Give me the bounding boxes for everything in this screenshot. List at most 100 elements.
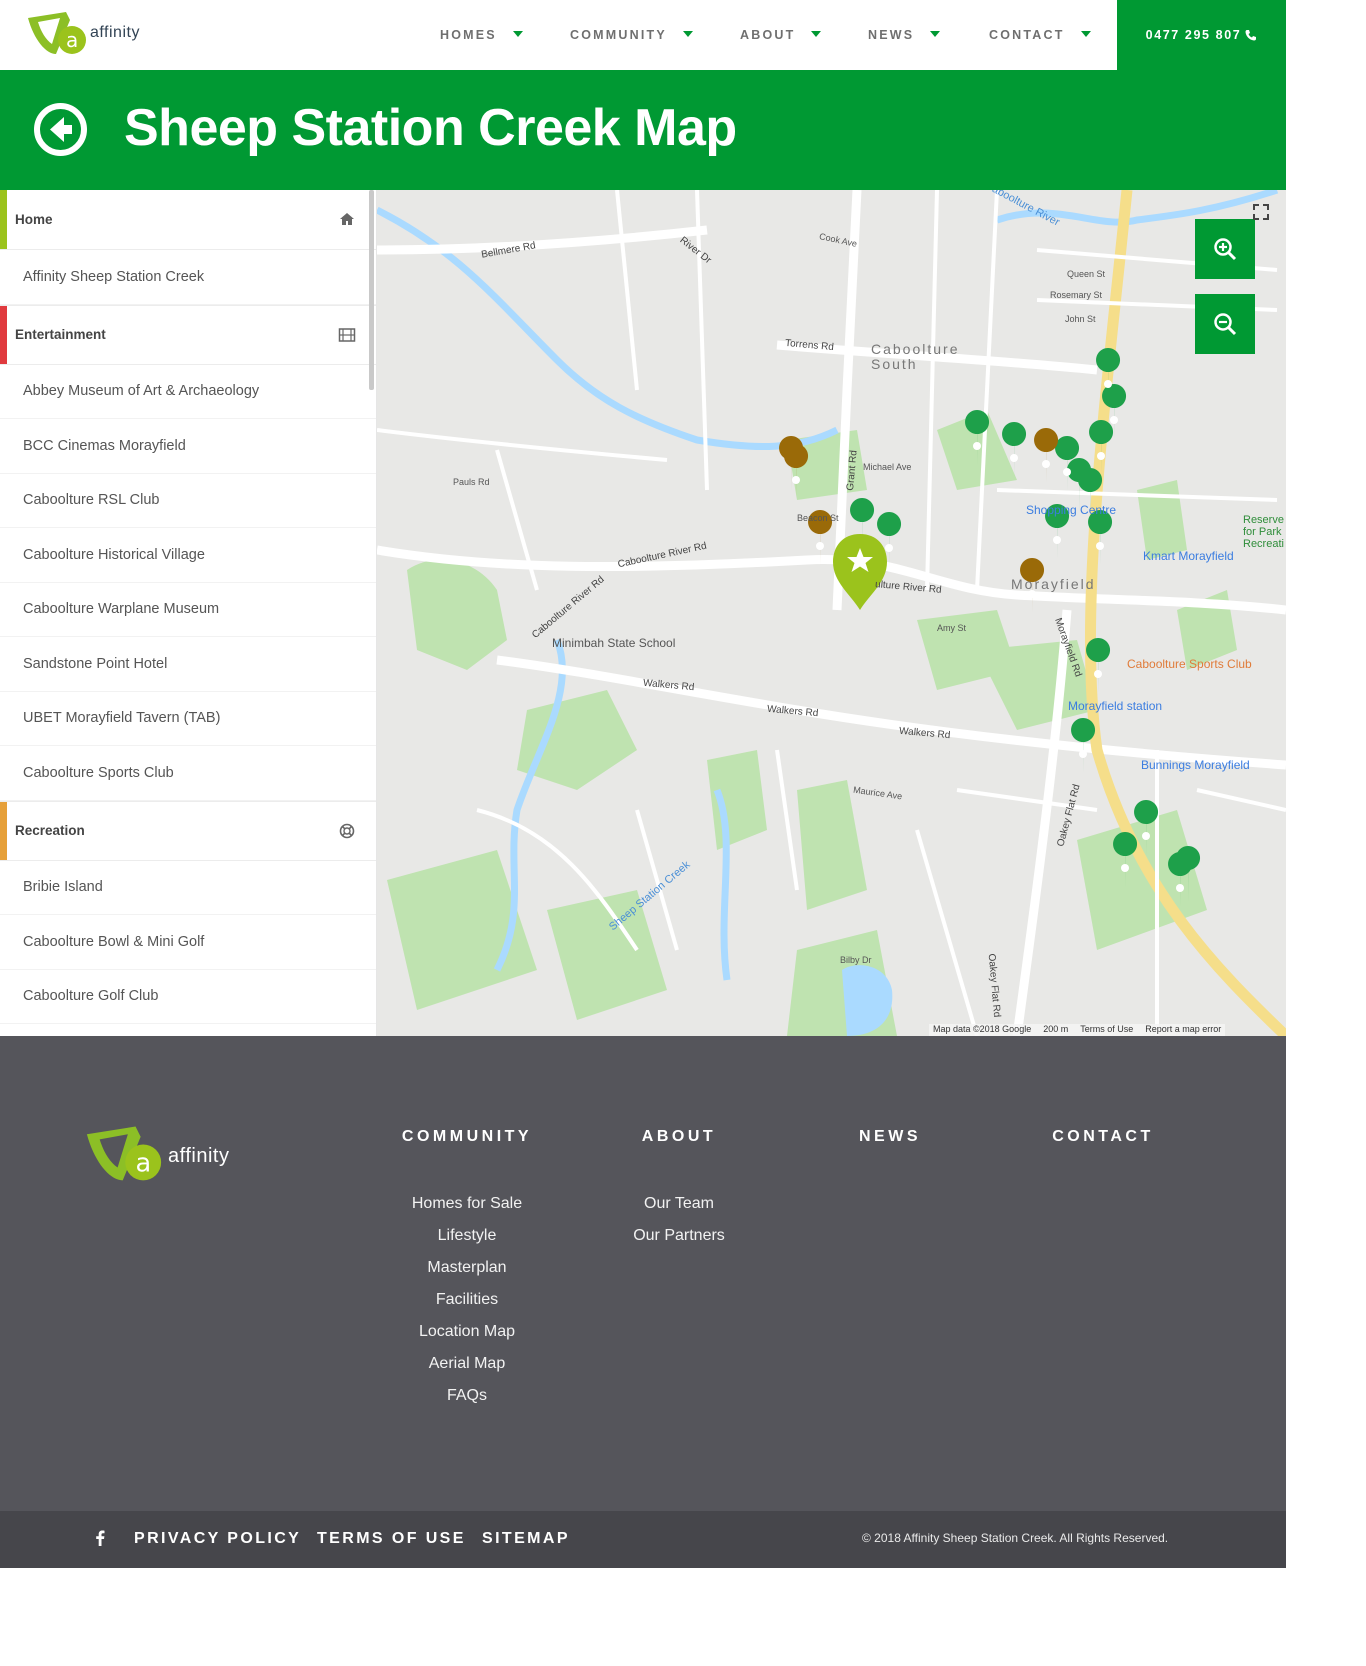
film-icon — [338, 327, 356, 342]
category-entertainment[interactable]: Entertainment — [0, 304, 376, 365]
list-item[interactable]: Caboolture Bowl & Mini Golf — [0, 915, 376, 970]
zoom-in-icon — [1214, 238, 1237, 261]
nav-homes[interactable]: HOMES — [440, 0, 523, 70]
list-item[interactable]: Caboolture Historical Village — [0, 528, 376, 583]
footer-column-title[interactable]: CONTACT — [1043, 1128, 1163, 1146]
sidebar-scrollbar[interactable] — [369, 190, 374, 390]
terms-of-use-link[interactable]: TERMS OF USE — [317, 1530, 466, 1548]
footer-column-title: COMMUNITY — [401, 1128, 533, 1145]
map-category-sidebar: Home Affinity Sheep Station Creek Entert… — [0, 190, 377, 1036]
map-attribution: Map data ©2018 Google 200 m Terms of Use… — [929, 1024, 1226, 1036]
map-label-road: Queen St — [1067, 269, 1106, 279]
nav-community[interactable]: COMMUNITY — [570, 0, 693, 70]
list-item-label: Sandstone Point Hotel — [23, 655, 168, 672]
footer-column-about: ABOUT Our Team Our Partners — [609, 1128, 749, 1252]
chevron-down-icon — [930, 31, 941, 37]
footer-link[interactable]: Location Map — [387, 1316, 547, 1348]
back-button[interactable] — [34, 103, 87, 156]
list-item[interactable]: BCC Cinemas Morayfield — [0, 419, 376, 474]
footer-link[interactable]: Aerial Map — [387, 1348, 547, 1380]
sitemap-link[interactable]: SITEMAP — [482, 1530, 570, 1548]
map-label-road: Amy St — [937, 623, 967, 633]
category-label: Entertainment — [15, 327, 106, 342]
list-item-label: UBET Morayfield Tavern (TAB) — [23, 710, 221, 727]
affinity-logo-icon: a — [86, 1126, 162, 1181]
nav-label: CONTACT — [989, 28, 1065, 42]
footer-column-community: COMMUNITY Homes for Sale Lifestyle Maste… — [387, 1128, 547, 1412]
map-terms-link[interactable]: Terms of Use — [1080, 1024, 1133, 1036]
privacy-policy-link[interactable]: PRIVACY POLICY — [134, 1530, 301, 1548]
map-label-road: Bilby Dr — [840, 955, 872, 965]
copyright: © 2018 Affinity Sheep Station Creek. All… — [862, 1531, 1169, 1545]
list-item[interactable]: Caboolture Sports Club — [0, 746, 376, 801]
list-item-label: Caboolture Golf Club — [23, 988, 159, 1005]
footer-link[interactable]: Lifestyle — [387, 1220, 547, 1252]
nav-label: COMMUNITY — [570, 28, 667, 42]
map-label-poi: Morayfield station — [1068, 699, 1163, 713]
page-title: Sheep Station Creek Map — [124, 99, 737, 157]
back-arrow-icon — [50, 117, 72, 142]
list-item[interactable]: Caboolture Golf Club — [0, 970, 376, 1024]
zoom-in-button[interactable] — [1195, 219, 1255, 279]
phone-button[interactable]: 0477 295 807 — [1117, 0, 1286, 70]
nav-label: NEWS — [868, 28, 915, 42]
footer-link[interactable]: Our Partners — [609, 1220, 749, 1252]
nav-about[interactable]: ABOUT — [740, 0, 822, 70]
chevron-down-icon — [512, 31, 523, 37]
site-footer: a affinity COMMUNITY Homes for Sale Life… — [0, 1036, 1286, 1511]
list-item[interactable]: UBET Morayfield Tavern (TAB) — [0, 692, 376, 746]
facebook-icon[interactable] — [95, 1530, 105, 1546]
category-home[interactable]: Home — [0, 190, 376, 250]
affinity-logo-icon: a — [28, 12, 86, 54]
map-label-suburb: Caboolture South — [871, 341, 960, 372]
list-item-label: Bribie Island — [23, 879, 103, 896]
nav-contact[interactable]: CONTACT — [989, 0, 1091, 70]
map-report-link[interactable]: Report a map error — [1145, 1024, 1221, 1036]
map-label-suburb: Morayfield — [1011, 576, 1096, 592]
map-label-road: Michael Ave — [863, 462, 912, 472]
logo-text: affinity — [90, 24, 140, 41]
map-label-road: Rosemary St — [1050, 290, 1103, 300]
logo[interactable]: a affinity — [26, 10, 166, 60]
footer-link[interactable]: Our Team — [609, 1188, 749, 1220]
category-color-bar — [0, 190, 7, 249]
zoom-out-button[interactable] — [1195, 294, 1255, 354]
list-item[interactable]: Caboolture Warplane Museum — [0, 583, 376, 637]
list-item-label: Caboolture Bowl & Mini Golf — [23, 933, 205, 950]
footer-link[interactable]: Homes for Sale — [387, 1188, 547, 1220]
map-data-credit: Map data ©2018 Google — [933, 1024, 1032, 1034]
footer-column-title[interactable]: NEWS — [840, 1128, 940, 1146]
list-item-label: Affinity Sheep Station Creek — [23, 268, 205, 285]
list-item-label: Caboolture Sports Club — [23, 764, 174, 781]
category-color-bar — [0, 305, 7, 364]
home-icon — [340, 213, 354, 225]
phone-icon — [1245, 30, 1257, 41]
list-item[interactable]: Sandstone Point Hotel — [0, 637, 376, 692]
phone-number: 0477 295 807 — [1145, 28, 1242, 42]
list-item-label: Caboolture Warplane Museum — [23, 601, 220, 618]
fullscreen-button[interactable] — [1251, 202, 1271, 222]
footer-column-title: ABOUT — [641, 1128, 717, 1145]
category-recreation[interactable]: Recreation — [0, 800, 376, 861]
svg-text:a: a — [136, 1148, 152, 1178]
list-item[interactable]: Bribie Island — [0, 861, 376, 915]
category-label: Recreation — [15, 823, 85, 838]
page-banner: Sheep Station Creek Map — [0, 70, 1286, 190]
map-canvas[interactable] — [377, 190, 1286, 1036]
footer-link[interactable]: Facilities — [387, 1284, 547, 1316]
footer-logo[interactable]: a affinity — [84, 1124, 229, 1188]
list-item-label: Abbey Museum of Art & Archaeology — [23, 383, 260, 400]
site-header: a affinity HOMES COMMUNITY ABOUT NEWS CO… — [0, 0, 1286, 70]
map-label-road: John St — [1065, 314, 1096, 324]
nav-label: ABOUT — [740, 28, 796, 42]
list-item[interactable]: Abbey Museum of Art & Archaeology — [0, 365, 376, 419]
map-view[interactable]: Caboolture South Morayfield Caboolture R… — [377, 190, 1286, 1036]
footer-link[interactable]: Masterplan — [387, 1252, 547, 1284]
list-item[interactable]: Caboolture RSL Club — [0, 474, 376, 528]
nav-news[interactable]: NEWS — [868, 0, 941, 70]
footer-column-news: NEWS — [840, 1128, 940, 1188]
footer-link[interactable]: FAQs — [387, 1380, 547, 1412]
list-item[interactable]: Affinity Sheep Station Creek — [0, 250, 376, 305]
lifebuoy-icon — [339, 823, 355, 838]
map-label-poi: Kmart Morayfield — [1143, 549, 1234, 563]
